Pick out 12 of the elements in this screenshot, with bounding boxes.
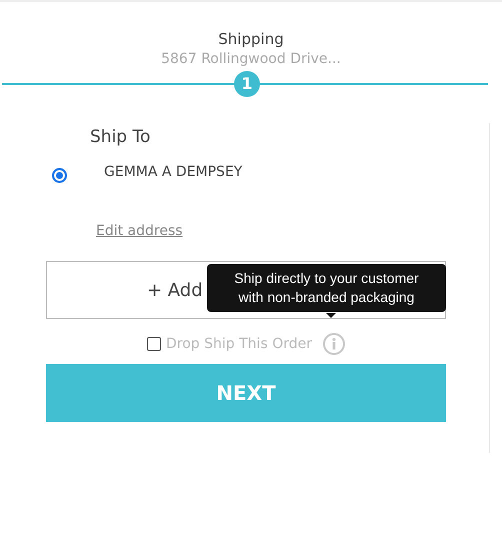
radio-button[interactable] (52, 168, 67, 183)
tooltip-pointer (326, 313, 336, 318)
edit-address-link[interactable]: Edit address (96, 223, 183, 239)
step-number: 1 (234, 71, 260, 97)
checkbox[interactable] (147, 337, 162, 351)
address-name: GEMMA A DEMPSEY (104, 164, 242, 180)
step-title: Shipping (217, 29, 285, 49)
tooltip: Ship directly to your customer with non-branded packaging (207, 264, 446, 312)
step-address: 5867 Rollingwood Drive... (160, 50, 342, 69)
ship-to-heading: Ship To (90, 126, 152, 149)
next-button[interactable]: NEXT (46, 364, 446, 422)
drop-ship-label: Drop Ship This Order (166, 336, 312, 352)
